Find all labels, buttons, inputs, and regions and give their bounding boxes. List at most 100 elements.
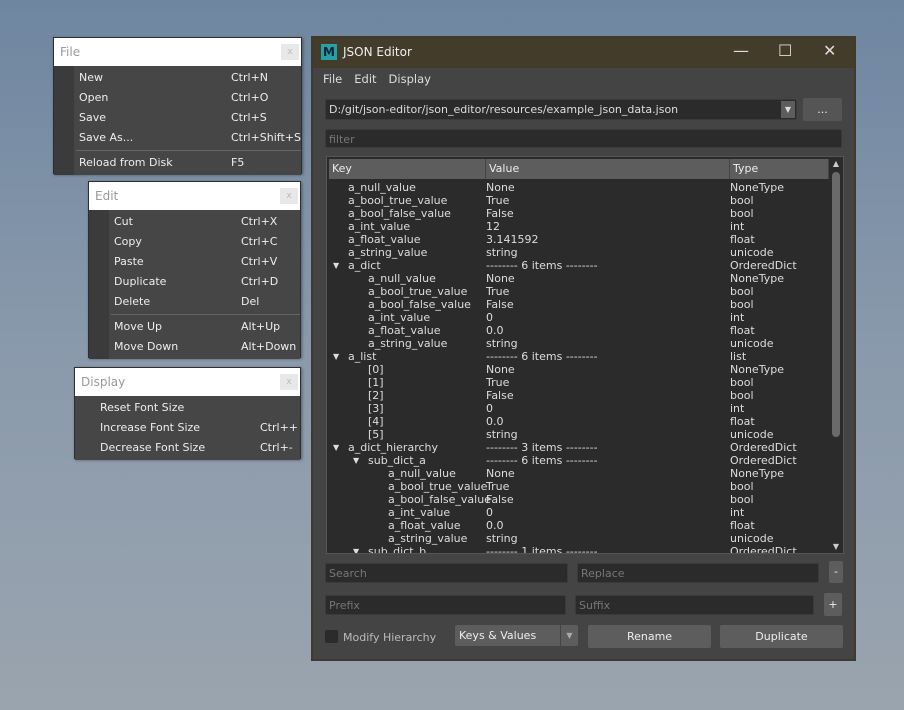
- tree-row[interactable]: a_bool_false_value False bool: [329, 298, 829, 311]
- tree-row[interactable]: ▼ sub_dict_a -------- 6 items -------- Orde…: [329, 454, 829, 467]
- tree-row[interactable]: a_bool_true_value True bool: [329, 480, 829, 493]
- row-type: list: [730, 350, 747, 363]
- row-type: OrderedDict: [730, 259, 797, 272]
- tree-row[interactable]: a_string_value string unicode: [329, 337, 829, 350]
- replace-input[interactable]: Replace: [577, 563, 819, 583]
- menu-item-label: Move Down: [114, 340, 179, 353]
- column-value[interactable]: Value: [486, 159, 730, 179]
- tree-row[interactable]: a_bool_true_value True bool: [329, 194, 829, 207]
- menu-item[interactable]: New Ctrl+N: [54, 68, 301, 88]
- row-key: [0]: [368, 363, 384, 376]
- row-type: int: [730, 506, 745, 519]
- menu-item-label: Increase Font Size: [100, 421, 201, 434]
- row-key: a_bool_true_value: [368, 285, 468, 298]
- close-icon[interactable]: x: [280, 188, 298, 204]
- tree-row[interactable]: [4] 0.0 float: [329, 415, 829, 428]
- scroll-up-icon[interactable]: ▲: [830, 159, 842, 168]
- tree-row[interactable]: a_float_value 0.0 float: [329, 324, 829, 337]
- chevron-down-icon[interactable]: ▼: [560, 625, 578, 646]
- menu-item[interactable]: Save As... Ctrl+Shift+S: [54, 128, 301, 148]
- tree-row[interactable]: a_int_value 12 int: [329, 220, 829, 233]
- row-key: a_bool_false_value: [368, 298, 471, 311]
- minimize-button[interactable]: —: [733, 41, 749, 60]
- menu-item[interactable]: Open Ctrl+O: [54, 88, 301, 108]
- expand-arrow-icon[interactable]: ▼: [353, 545, 359, 553]
- file-menu-title: File x: [54, 38, 301, 66]
- menu-item-label: Copy: [114, 235, 142, 248]
- menu-item[interactable]: Paste Ctrl+V: [89, 252, 300, 272]
- row-value: -------- 6 items --------: [486, 259, 598, 272]
- tree-row[interactable]: [5] string unicode: [329, 428, 829, 441]
- prefix-input[interactable]: Prefix: [325, 595, 566, 615]
- chevron-down-icon[interactable]: ▼: [781, 101, 795, 118]
- file-path-combo[interactable]: D:/git/json-editor/json_editor/resources…: [325, 99, 797, 120]
- tree-row[interactable]: [2] False bool: [329, 389, 829, 402]
- close-icon[interactable]: x: [281, 44, 299, 60]
- duplicate-button[interactable]: Duplicate: [720, 625, 843, 648]
- tree-row[interactable]: a_bool_false_value False bool: [329, 493, 829, 506]
- maximize-button[interactable]: ☐: [778, 41, 792, 60]
- row-type: bool: [730, 493, 754, 506]
- expand-arrow-icon[interactable]: ▼: [333, 350, 339, 363]
- tree-row[interactable]: ▼ a_dict_hierarchy -------- 3 items ------…: [329, 441, 829, 454]
- menu-item[interactable]: Save Ctrl+S: [54, 108, 301, 128]
- tree-row[interactable]: a_string_value string unicode: [329, 532, 829, 545]
- tree-row[interactable]: a_int_value 0 int: [329, 506, 829, 519]
- tree-row[interactable]: a_int_value 0 int: [329, 311, 829, 324]
- tree-row[interactable]: a_null_value None NoneType: [329, 272, 829, 285]
- tree-row[interactable]: a_string_value string unicode: [329, 246, 829, 259]
- menu-item[interactable]: Increase Font Size Ctrl++: [75, 418, 300, 438]
- tree-row[interactable]: a_float_value 3.141592 float: [329, 233, 829, 246]
- menu-item[interactable]: Move Up Alt+Up: [89, 317, 300, 337]
- tree-row[interactable]: a_float_value 0.0 float: [329, 519, 829, 532]
- suffix-input[interactable]: Suffix: [575, 595, 814, 615]
- menu-edit[interactable]: Edit: [354, 72, 376, 86]
- scrollbar[interactable]: ▲ ▼: [830, 159, 842, 551]
- row-type: float: [730, 519, 755, 532]
- tree-row[interactable]: a_null_value None NoneType: [329, 467, 829, 480]
- menu-item-shortcut: Del: [241, 295, 260, 308]
- scroll-down-icon[interactable]: ▼: [830, 542, 842, 551]
- tree-row[interactable]: [0] None NoneType: [329, 363, 829, 376]
- json-tree[interactable]: Key Value Type ▲ ▼ a_null_value None NoneT…: [326, 156, 844, 554]
- tree-row[interactable]: [3] 0 int: [329, 402, 829, 415]
- menu-item[interactable]: Cut Ctrl+X: [89, 212, 300, 232]
- expand-arrow-icon[interactable]: ▼: [333, 259, 339, 272]
- menu-item[interactable]: Copy Ctrl+C: [89, 232, 300, 252]
- filter-input[interactable]: filter: [325, 129, 842, 148]
- row-key: sub_dict_b: [368, 545, 427, 554]
- modify-hierarchy-checkbox[interactable]: [325, 630, 338, 643]
- close-icon[interactable]: x: [280, 374, 298, 390]
- expand-arrow-icon[interactable]: ▼: [333, 441, 339, 454]
- tree-row[interactable]: a_bool_true_value True bool: [329, 285, 829, 298]
- row-type: float: [730, 415, 755, 428]
- tree-row[interactable]: [1] True bool: [329, 376, 829, 389]
- menu-item[interactable]: Move Down Alt+Down: [89, 337, 300, 357]
- menu-item[interactable]: Delete Del: [89, 292, 300, 312]
- add-button[interactable]: +: [824, 593, 842, 616]
- menu-item-shortcut: Ctrl+-: [260, 441, 293, 454]
- column-key[interactable]: Key: [329, 159, 486, 179]
- row-value: 0.0: [486, 324, 504, 337]
- menu-file[interactable]: File: [323, 72, 342, 86]
- menu-item[interactable]: Reload from Disk F5: [54, 153, 301, 173]
- rename-button[interactable]: Rename: [588, 625, 711, 648]
- tree-row[interactable]: ▼ sub_dict_b -------- 1 items -------- Orde…: [329, 545, 829, 554]
- menu-item[interactable]: Decrease Font Size Ctrl+-: [75, 438, 300, 458]
- mode-select[interactable]: Keys & Values ▼: [455, 625, 578, 646]
- tree-row[interactable]: a_null_value None NoneType: [329, 181, 829, 194]
- window-title: JSON Editor: [343, 45, 412, 59]
- menu-item[interactable]: Duplicate Ctrl+D: [89, 272, 300, 292]
- scrollbar-thumb[interactable]: [832, 172, 840, 437]
- close-button[interactable]: ✕: [823, 41, 836, 60]
- menu-item[interactable]: Reset Font Size: [75, 398, 300, 418]
- tree-row[interactable]: ▼ a_list -------- 6 items -------- list: [329, 350, 829, 363]
- search-input[interactable]: Search: [325, 563, 568, 583]
- browse-button[interactable]: ...: [803, 98, 842, 121]
- menu-display[interactable]: Display: [389, 72, 431, 86]
- remove-button[interactable]: -: [829, 561, 843, 583]
- expand-arrow-icon[interactable]: ▼: [353, 454, 359, 467]
- column-type[interactable]: Type: [730, 159, 829, 179]
- tree-row[interactable]: a_bool_false_value False bool: [329, 207, 829, 220]
- tree-row[interactable]: ▼ a_dict -------- 6 items -------- OrderedD…: [329, 259, 829, 272]
